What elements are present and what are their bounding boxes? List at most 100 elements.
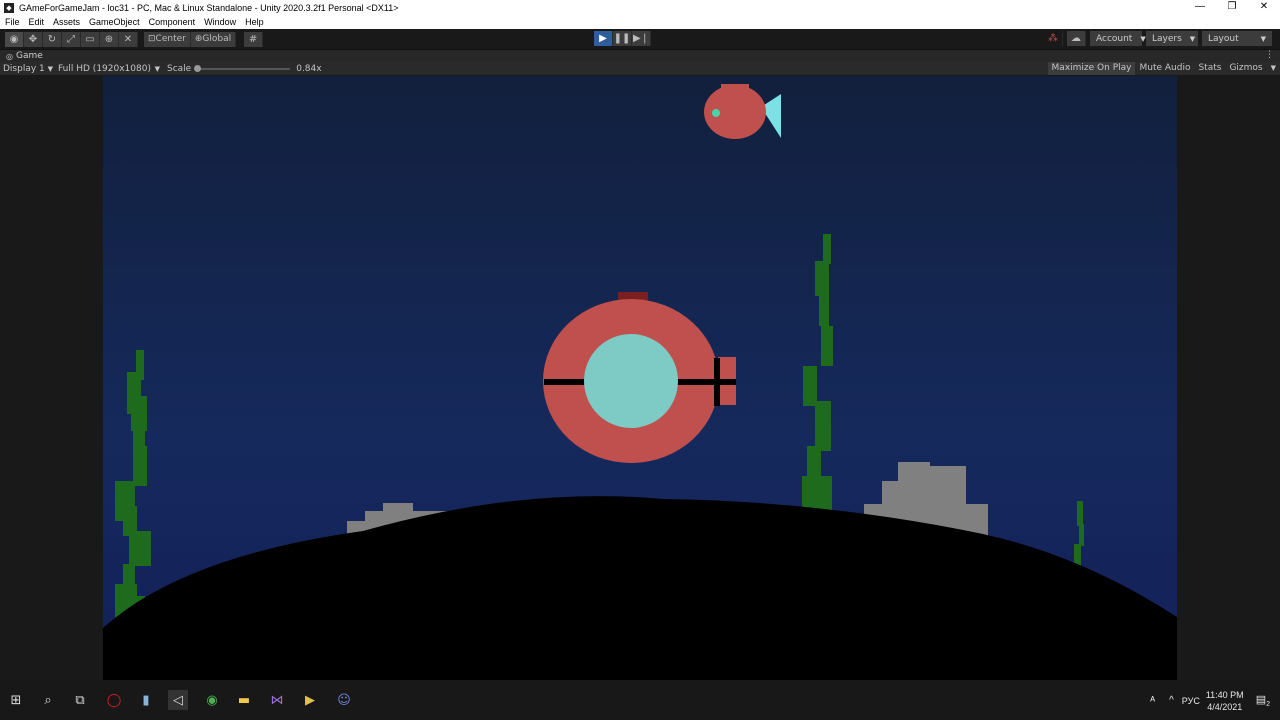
fish bbox=[704, 84, 781, 139]
file-explorer-icon[interactable]: ▬ bbox=[234, 690, 254, 710]
seaweed-tall bbox=[802, 234, 833, 511]
menu-window[interactable]: Window bbox=[199, 17, 240, 27]
global-space-button[interactable]: ⊕ Global bbox=[190, 31, 237, 47]
menu-bar: File Edit Assets GameObject Component Wi… bbox=[0, 15, 1280, 29]
account-dropdown[interactable]: Account ▼ bbox=[1090, 31, 1146, 46]
window-title-bar: ◆ GAmeForGameJam - loc31 - PC, Mac & Lin… bbox=[0, 0, 1280, 15]
rect-tool-icon[interactable]: ▭ bbox=[81, 31, 100, 47]
notification-icon[interactable]: ▤2 bbox=[1256, 693, 1270, 708]
search-icon[interactable]: ⌕ bbox=[38, 690, 58, 710]
rotate-tool-icon[interactable]: ↻ bbox=[43, 31, 62, 47]
discord-icon[interactable]: ☺ bbox=[334, 690, 354, 710]
close-button[interactable]: ✕ bbox=[1248, 0, 1280, 15]
menu-edit[interactable]: Edit bbox=[24, 17, 49, 27]
more-options-icon[interactable]: ⋮ bbox=[1265, 50, 1274, 60]
layers-dropdown[interactable]: Layers ▼ bbox=[1146, 31, 1198, 46]
layout-dropdown[interactable]: Layout ▼ bbox=[1202, 31, 1272, 46]
step-button-icon[interactable]: ▶❘ bbox=[632, 31, 651, 46]
unity-taskbar-icon[interactable]: ◁ bbox=[168, 690, 188, 710]
main-toolbar: ◉ ✥ ↻ ⤢ ▭ ⊕ ✕ ⊡ Center ⊕ Global # ▶ ❚❚ ▶❘ … bbox=[0, 29, 1280, 49]
space-label: Global bbox=[202, 34, 232, 44]
menu-component[interactable]: Component bbox=[144, 17, 200, 27]
stats-toggle[interactable]: Stats bbox=[1194, 62, 1225, 75]
menu-gameobject[interactable]: GameObject bbox=[84, 17, 144, 27]
window-title: GAmeForGameJam - loc31 - PC, Mac & Linux… bbox=[19, 2, 399, 13]
clock[interactable]: 11:40 PM 4/4/2021 bbox=[1206, 689, 1244, 713]
chevron-down-icon[interactable]: ▼ bbox=[1267, 62, 1280, 75]
chrome-icon[interactable]: ◉ bbox=[202, 690, 222, 710]
maximize-on-play-toggle[interactable]: Maximize On Play bbox=[1047, 62, 1136, 75]
transform-tool-icon[interactable]: ⊕ bbox=[100, 31, 119, 47]
pivot-center-button[interactable]: ⊡ Center bbox=[144, 31, 191, 47]
move-tool-icon[interactable]: ✥ bbox=[24, 31, 43, 47]
pivot-icon: ⊡ bbox=[148, 34, 156, 44]
seaweed-small bbox=[1074, 501, 1084, 569]
toolbar-right: ⁂ ☁ Account ▼ Layers ▼ Layout ▼ bbox=[1044, 31, 1272, 46]
fish-eye bbox=[712, 109, 720, 117]
notepad-icon[interactable]: ▮ bbox=[136, 690, 156, 710]
chevron-down-icon: ▼ bbox=[47, 64, 53, 73]
game-viewport[interactable] bbox=[103, 76, 1177, 680]
chevron-down-icon: ▼ bbox=[154, 64, 160, 73]
chevron-down-icon: ▼ bbox=[1140, 34, 1146, 43]
chevron-down-icon: ▼ bbox=[1260, 34, 1266, 43]
window-controls: — ❐ ✕ bbox=[1184, 0, 1280, 15]
tab-game[interactable]: ◎ Game bbox=[0, 51, 43, 61]
media-player-icon[interactable]: ▶ bbox=[300, 690, 320, 710]
game-scene bbox=[103, 84, 1177, 680]
view-tool-icon[interactable]: ◉ bbox=[5, 31, 24, 47]
chevron-up-icon[interactable]: ^ bbox=[1169, 695, 1174, 706]
clock-time: 11:40 PM bbox=[1205, 689, 1244, 700]
game-view-options: Maximize On Play Mute Audio Stats Gizmos… bbox=[1047, 62, 1280, 75]
tab-game-label: Game bbox=[15, 51, 43, 61]
gamepad-icon: ◎ bbox=[6, 51, 13, 61]
layout-label: Layout bbox=[1208, 33, 1239, 44]
task-view-icon[interactable]: ⧉ bbox=[70, 690, 90, 710]
cloud-icon[interactable]: ☁ bbox=[1067, 31, 1086, 46]
menu-assets[interactable]: Assets bbox=[48, 17, 84, 27]
pause-button-icon[interactable]: ❚❚ bbox=[613, 31, 632, 46]
menu-help[interactable]: Help bbox=[240, 17, 268, 27]
pivot-controls: ⊡ Center ⊕ Global bbox=[144, 31, 237, 47]
play-button-icon[interactable]: ▶ bbox=[594, 31, 613, 46]
language-indicator[interactable]: РУС bbox=[1182, 696, 1200, 706]
resolution-dropdown[interactable]: Full HD (1920x1080) ▼ bbox=[58, 64, 160, 74]
scale-slider-handle[interactable] bbox=[194, 64, 202, 72]
transform-tools: ◉ ✥ ↻ ⤢ ▭ ⊕ ✕ bbox=[5, 31, 138, 47]
scale-tool-icon[interactable]: ⤢ bbox=[62, 31, 81, 47]
chevron-down-icon: ▼ bbox=[1189, 34, 1196, 43]
submarine bbox=[543, 292, 736, 463]
display-label: Display 1 bbox=[3, 63, 45, 74]
visual-studio-icon[interactable]: ⋈ bbox=[267, 690, 287, 710]
submarine-propeller bbox=[714, 358, 720, 406]
display-dropdown[interactable]: Display 1 ▼ bbox=[3, 64, 53, 74]
seabed-hill bbox=[103, 496, 1177, 680]
submarine-porthole bbox=[584, 334, 678, 428]
game-tab-bar: ◎ Game ⋮ bbox=[0, 49, 1280, 62]
mute-audio-toggle[interactable]: Mute Audio bbox=[1135, 62, 1194, 75]
resolution-label: Full HD (1920x1080) bbox=[58, 63, 151, 74]
account-label: Account bbox=[1096, 33, 1133, 44]
system-tray: ᴬ ^ РУС 11:40 PM 4/4/2021 ▤2 bbox=[1150, 683, 1280, 718]
person-icon[interactable]: ᴬ bbox=[1150, 695, 1155, 707]
opera-icon[interactable]: ◯ bbox=[104, 690, 124, 710]
maximize-button[interactable]: ❐ bbox=[1216, 0, 1248, 15]
minimize-button[interactable]: — bbox=[1184, 0, 1216, 15]
scale-label: Scale bbox=[167, 63, 192, 74]
scale-value: 0.84x bbox=[296, 63, 322, 74]
seaweed-left bbox=[115, 350, 151, 626]
collab-icon[interactable]: ⁂ bbox=[1044, 31, 1063, 46]
windows-start-icon[interactable]: ⊞ bbox=[6, 690, 26, 710]
menu-file[interactable]: File bbox=[0, 17, 24, 27]
scale-slider[interactable] bbox=[194, 64, 291, 72]
scale-control: Scale 0.84x bbox=[167, 64, 322, 74]
notification-count: 2 bbox=[1266, 701, 1270, 709]
layers-label: Layers bbox=[1152, 33, 1182, 44]
clock-date: 4/4/2021 bbox=[1207, 701, 1243, 712]
unity-logo-icon: ◆ bbox=[4, 2, 14, 13]
grid-snap-icon[interactable]: # bbox=[244, 31, 264, 47]
gizmos-dropdown[interactable]: Gizmos bbox=[1225, 62, 1266, 75]
game-control-bar: Display 1 ▼ Full HD (1920x1080) ▼ Scale 0.… bbox=[0, 62, 1280, 75]
custom-tool-icon[interactable]: ✕ bbox=[119, 31, 138, 47]
pivot-label: Center bbox=[155, 34, 186, 44]
